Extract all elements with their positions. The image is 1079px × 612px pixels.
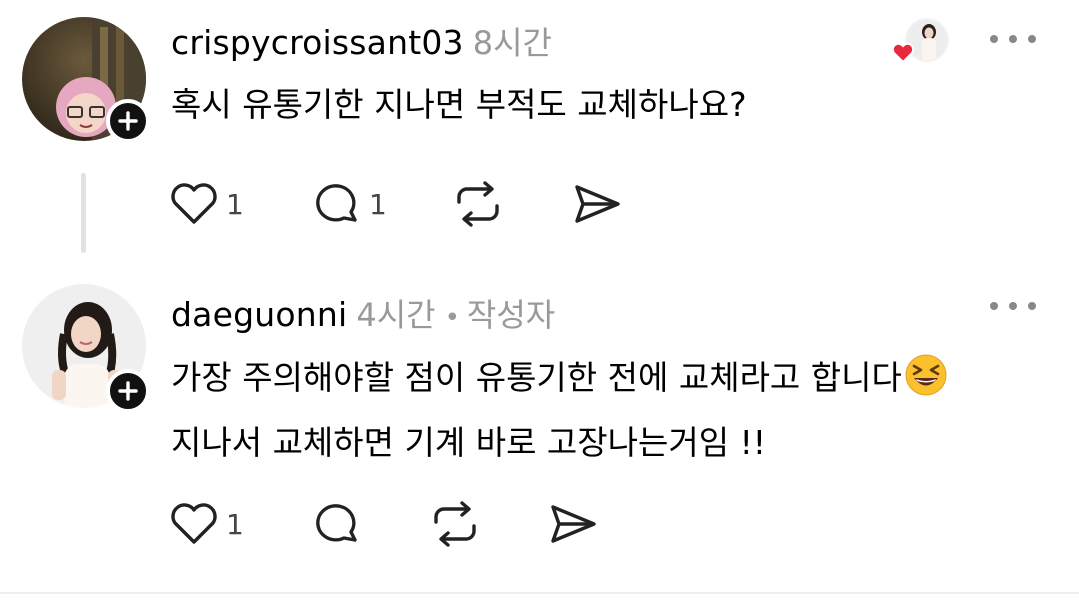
plus-icon bbox=[118, 111, 138, 131]
share-button[interactable] bbox=[546, 496, 598, 552]
comment-line: 지나서 교체하면 기계 바로 고장나는거임 !! bbox=[171, 423, 767, 462]
send-icon bbox=[575, 185, 620, 223]
liked-by-indicator[interactable] bbox=[889, 18, 951, 68]
author-badge: 작성자 bbox=[466, 296, 556, 334]
thread-line bbox=[81, 173, 86, 253]
divider bbox=[0, 592, 1079, 594]
grinning-squinting-face-emoji bbox=[904, 353, 948, 414]
comment-post: crispycroissant03 8시간 혹시 유통기한 지나면 부적도 교체… bbox=[0, 0, 1079, 270]
username[interactable]: daeguonni bbox=[171, 295, 347, 334]
more-dots-icon bbox=[990, 35, 998, 43]
follow-button[interactable] bbox=[106, 369, 150, 413]
heart-icon bbox=[171, 503, 217, 544]
separator-dot: • bbox=[444, 303, 460, 333]
comment-count: 1 bbox=[369, 187, 387, 221]
like-button[interactable]: 1 bbox=[168, 176, 244, 232]
comment-post: daeguonni 4시간 • 작성자 가장 주의해야할 점이 유통기한 전에 … bbox=[0, 270, 1079, 592]
comment-bubble-icon bbox=[316, 504, 357, 542]
timestamp: 4시간 bbox=[356, 296, 436, 334]
action-bar: 1 bbox=[168, 496, 668, 552]
post-header: daeguonni 4시간 • 작성자 bbox=[171, 290, 555, 336]
share-button[interactable] bbox=[570, 176, 622, 232]
like-count: 1 bbox=[226, 507, 244, 541]
repost-icon bbox=[434, 501, 476, 547]
repost-icon bbox=[457, 181, 499, 227]
more-options-button[interactable] bbox=[990, 296, 1036, 316]
heart-badge-icon bbox=[891, 42, 915, 64]
username[interactable]: crispycroissant03 bbox=[171, 23, 464, 62]
plus-icon bbox=[118, 381, 138, 401]
comment-line: 가장 주의해야할 점이 유통기한 전에 교체라고 합니다 bbox=[171, 349, 948, 414]
heart-icon bbox=[171, 183, 217, 224]
more-dots-icon bbox=[990, 302, 998, 310]
comment-button[interactable] bbox=[311, 496, 369, 552]
send-icon bbox=[551, 505, 596, 543]
like-button[interactable]: 1 bbox=[168, 496, 244, 552]
like-count: 1 bbox=[226, 187, 244, 221]
more-options-button[interactable] bbox=[990, 29, 1036, 49]
post-header: crispycroissant03 8시간 bbox=[171, 18, 552, 64]
follow-button[interactable] bbox=[106, 99, 150, 143]
comment-line: 혹시 유통기한 지나면 부적도 교체하나요? bbox=[171, 85, 747, 124]
timestamp: 8시간 bbox=[472, 24, 552, 62]
repost-button[interactable] bbox=[428, 496, 482, 552]
comment-bubble-icon bbox=[316, 184, 357, 222]
comment-text: 혹시 유통기한 지나면 부적도 교체하나요? bbox=[171, 76, 747, 133]
repost-button[interactable] bbox=[451, 176, 505, 232]
comment-button[interactable]: 1 bbox=[311, 176, 387, 232]
action-bar: 1 1 bbox=[168, 176, 668, 232]
comment-text: 가장 주의해야할 점이 유통기한 전에 교체라고 합니다 지나서 교체하면 기계… bbox=[171, 349, 948, 471]
